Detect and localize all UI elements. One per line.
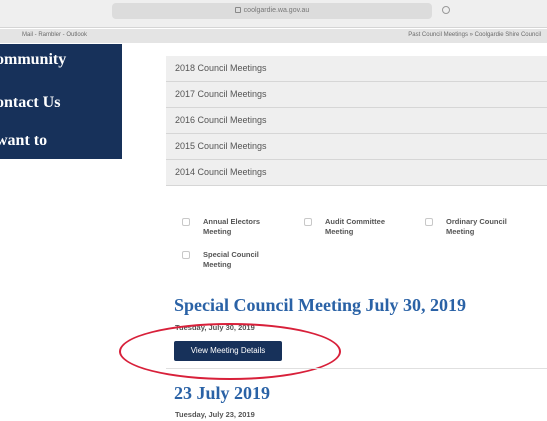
filter-annual-electors[interactable]: Annual Electors Meeting [182, 217, 260, 237]
browser-toolbar: coolgardie.wa.gov.au [0, 0, 547, 28]
tab-title[interactable]: Past Council Meetings » Coolgardie Shire… [408, 32, 541, 38]
checkbox[interactable] [182, 218, 190, 226]
list-item[interactable]: 2018 Council Meetings [166, 56, 547, 82]
filter-audit-committee[interactable]: Audit Committee Meeting [304, 217, 385, 237]
list-item[interactable]: 2016 Council Meetings [166, 108, 547, 134]
meeting-date: Tuesday, July 30, 2019 [175, 323, 255, 332]
meeting-title[interactable]: 23 July 2019 [174, 383, 270, 404]
divider [166, 368, 547, 369]
bookmarks-bar: Mail - Rambler - Outlook Past Council Me… [0, 29, 547, 43]
meeting-type-filters: Annual Electors Meeting Audit Committee … [175, 214, 547, 274]
reload-icon[interactable] [442, 6, 450, 14]
address-text: coolgardie.wa.gov.au [243, 7, 310, 14]
lock-icon [234, 7, 241, 14]
filter-label: Audit Committee Meeting [325, 217, 385, 236]
address-bar[interactable]: coolgardie.wa.gov.au [112, 3, 432, 19]
bookmarks-links[interactable]: Mail - Rambler - Outlook [22, 32, 87, 38]
filter-ordinary-council[interactable]: Ordinary Council Meeting [425, 217, 507, 237]
nav-item-community[interactable]: ommunity [0, 51, 66, 69]
meeting-title[interactable]: Special Council Meeting July 30, 2019 [174, 295, 466, 316]
checkbox[interactable] [304, 218, 312, 226]
list-item[interactable]: 2015 Council Meetings [166, 134, 547, 160]
checkbox[interactable] [425, 218, 433, 226]
list-item[interactable]: 2017 Council Meetings [166, 82, 547, 108]
filter-label: Special Council Meeting [203, 250, 259, 269]
checkbox[interactable] [182, 251, 190, 259]
filter-special-council[interactable]: Special Council Meeting [182, 250, 259, 270]
sidebar-nav: ommunity ontact Us want to [0, 44, 122, 159]
meeting-date: Tuesday, July 23, 2019 [175, 410, 255, 419]
meetings-year-list: 2018 Council Meetings 2017 Council Meeti… [166, 56, 547, 186]
filter-label: Ordinary Council Meeting [446, 217, 507, 236]
nav-item-i-want-to[interactable]: want to [0, 132, 47, 150]
list-item[interactable]: 2014 Council Meetings [166, 160, 547, 186]
view-meeting-details-button[interactable]: View Meeting Details [174, 341, 282, 361]
filter-label: Annual Electors Meeting [203, 217, 261, 236]
nav-item-contact-us[interactable]: ontact Us [0, 94, 60, 112]
